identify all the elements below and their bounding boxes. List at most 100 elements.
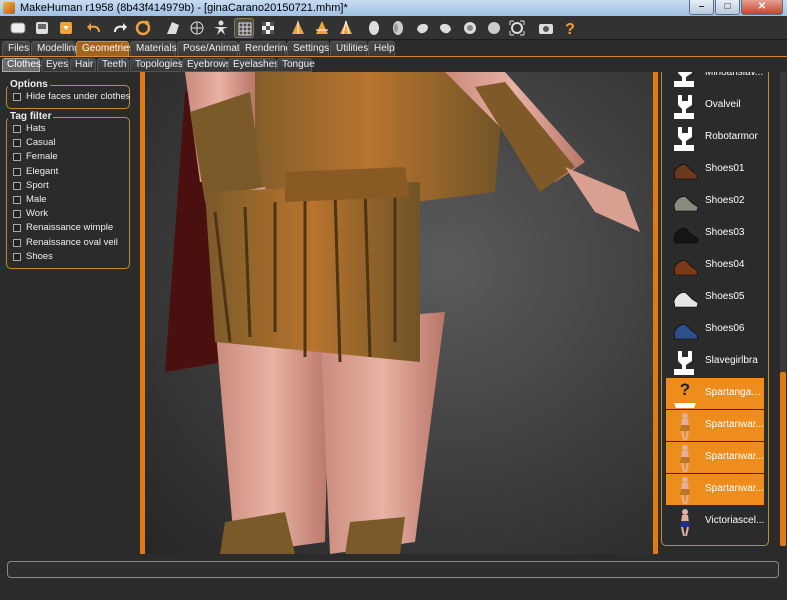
smooth-button[interactable]: [163, 18, 183, 38]
redo-button[interactable]: [109, 18, 129, 38]
checkbox-box[interactable]: [13, 181, 21, 190]
clothes-thumbnail: [670, 155, 700, 185]
clothes-list-item[interactable]: Spartanwar...: [666, 474, 764, 505]
tab-pose-animate[interactable]: Pose/Animate: [177, 41, 245, 56]
clothes-list-item[interactable]: Shoes06: [666, 314, 764, 345]
back-head-button[interactable]: [484, 18, 504, 38]
tab-rendering[interactable]: Rendering: [239, 41, 291, 56]
reset-button[interactable]: [133, 18, 153, 38]
clothes-list-item[interactable]: Shoes04: [666, 250, 764, 281]
maximize-button[interactable]: □: [715, 0, 740, 15]
tab-utilities[interactable]: Utilities: [330, 41, 368, 56]
clothes-list-item[interactable]: Shoes05: [666, 282, 764, 313]
export-button[interactable]: [56, 18, 76, 38]
tab-settings[interactable]: Settings: [287, 41, 329, 56]
tab-materials[interactable]: Materials: [130, 41, 177, 56]
right-view-button[interactable]: [412, 18, 432, 38]
title-bar: MakeHuman r1958 (8b43f414979b) - [ginaCa…: [0, 0, 787, 16]
subtab-eyebrows[interactable]: Eyebrows: [182, 58, 231, 72]
top-view-button[interactable]: [436, 18, 456, 38]
back-view-button[interactable]: [312, 18, 332, 38]
checkbox-box[interactable]: [13, 167, 21, 176]
tab-modelling[interactable]: Modelling: [31, 41, 80, 56]
svg-text:?: ?: [680, 380, 690, 399]
clothes-list-scrollbar[interactable]: [780, 72, 786, 546]
left-view-button[interactable]: [388, 18, 408, 38]
front-view-button[interactable]: [288, 18, 308, 38]
tab-geometries[interactable]: Geometries: [76, 41, 134, 56]
main-toolbar: ?: [0, 16, 787, 40]
clothes-item-label: Spartangau...: [705, 387, 765, 398]
pose-icon: [214, 20, 228, 35]
checkbox-box[interactable]: [13, 224, 21, 233]
file-button[interactable]: [8, 18, 28, 38]
smooth-icon: [167, 22, 179, 34]
save-button[interactable]: [32, 18, 52, 38]
checkbox-box[interactable]: [13, 210, 21, 219]
checkbox-box[interactable]: [13, 153, 21, 162]
undo-button[interactable]: [85, 18, 105, 38]
tab-files[interactable]: Files: [2, 41, 30, 56]
minimize-button[interactable]: –: [689, 0, 714, 15]
clothes-list-item[interactable]: Slavegirlbra: [666, 346, 764, 377]
subtab-eyes[interactable]: Eyes: [41, 58, 69, 72]
pose-button[interactable]: [211, 18, 231, 38]
grid-icon: [238, 22, 252, 36]
window-controls: – □ ✕: [689, 0, 783, 15]
side-view-button[interactable]: [336, 18, 356, 38]
clothes-list-item[interactable]: Spartanwar...: [666, 442, 764, 473]
subtab-eyelashes[interactable]: Eyelashes: [228, 58, 279, 72]
reset-camera-button[interactable]: [507, 18, 527, 38]
clothes-thumbnail: [670, 315, 700, 345]
checkbox-box[interactable]: [13, 196, 21, 204]
tag-label: Casual: [26, 137, 56, 149]
subtab-clothes[interactable]: Clothes: [2, 58, 41, 72]
right-splitter[interactable]: [653, 72, 658, 554]
clothes-list-item[interactable]: Shoes02: [666, 186, 764, 217]
clothes-list-item[interactable]: Ovalveil: [666, 90, 764, 121]
clothes-list-item[interactable]: Robotarmor: [666, 122, 764, 153]
clothes-item-label: Shoes01: [705, 163, 745, 174]
clothes-list-item[interactable]: Spartanwar...: [666, 410, 764, 441]
help-button[interactable]: ?: [560, 18, 580, 38]
makehuman-app-icon: [3, 2, 15, 14]
bottom-view-button[interactable]: [460, 18, 480, 38]
background-button[interactable]: [258, 18, 278, 38]
clothes-list-item[interactable]: ? Spartangau...: [666, 378, 765, 409]
subtab-tongue[interactable]: Tongue: [277, 58, 315, 72]
checkbox-box[interactable]: [13, 125, 21, 133]
bottom-view-icon: [464, 22, 476, 34]
clothes-item-label: Slavegirlbra: [705, 355, 758, 366]
clothes-list-item[interactable]: Minoanslav...: [666, 72, 764, 89]
head-icon: [369, 21, 379, 35]
clothes-thumbnail: [670, 347, 700, 377]
checkbox-box[interactable]: [13, 93, 21, 101]
tag-label: Shoes: [26, 250, 53, 262]
reset-icon: [135, 20, 151, 36]
subtab-hair[interactable]: Hair: [70, 58, 96, 72]
subtab-topologies[interactable]: Topologies: [130, 58, 183, 72]
clothes-item-label: Spartanwar...: [705, 483, 764, 494]
tag-label: Renaissance wimple: [26, 222, 114, 234]
checkbox-box[interactable]: [13, 139, 21, 148]
screenshot-button[interactable]: [536, 18, 556, 38]
clothes-list-item[interactable]: Victoriascel...: [666, 506, 764, 537]
subtab-teeth[interactable]: Teeth: [97, 58, 129, 72]
checkbox-box[interactable]: [13, 238, 21, 247]
figure-thumbnail-icon: [680, 477, 690, 505]
clothes-list-item[interactable]: Shoes01: [666, 154, 764, 185]
right-view-icon: [417, 23, 428, 34]
clothes-list-item[interactable]: Shoes03: [666, 218, 764, 249]
head-button[interactable]: [364, 18, 384, 38]
wireframe-button[interactable]: [187, 18, 207, 38]
checkbox-box[interactable]: [13, 252, 21, 261]
shoe-thumbnail-icon: [673, 228, 699, 244]
skirt-shape: [205, 182, 420, 362]
scrollbar-thumb[interactable]: [780, 372, 786, 546]
grid-button[interactable]: [234, 18, 254, 38]
tag-label: Male: [26, 194, 47, 205]
screenshot-icon: [539, 24, 553, 34]
close-button[interactable]: ✕: [741, 0, 783, 15]
3d-viewport[interactable]: [145, 72, 653, 554]
tab-help[interactable]: Help: [368, 41, 395, 56]
